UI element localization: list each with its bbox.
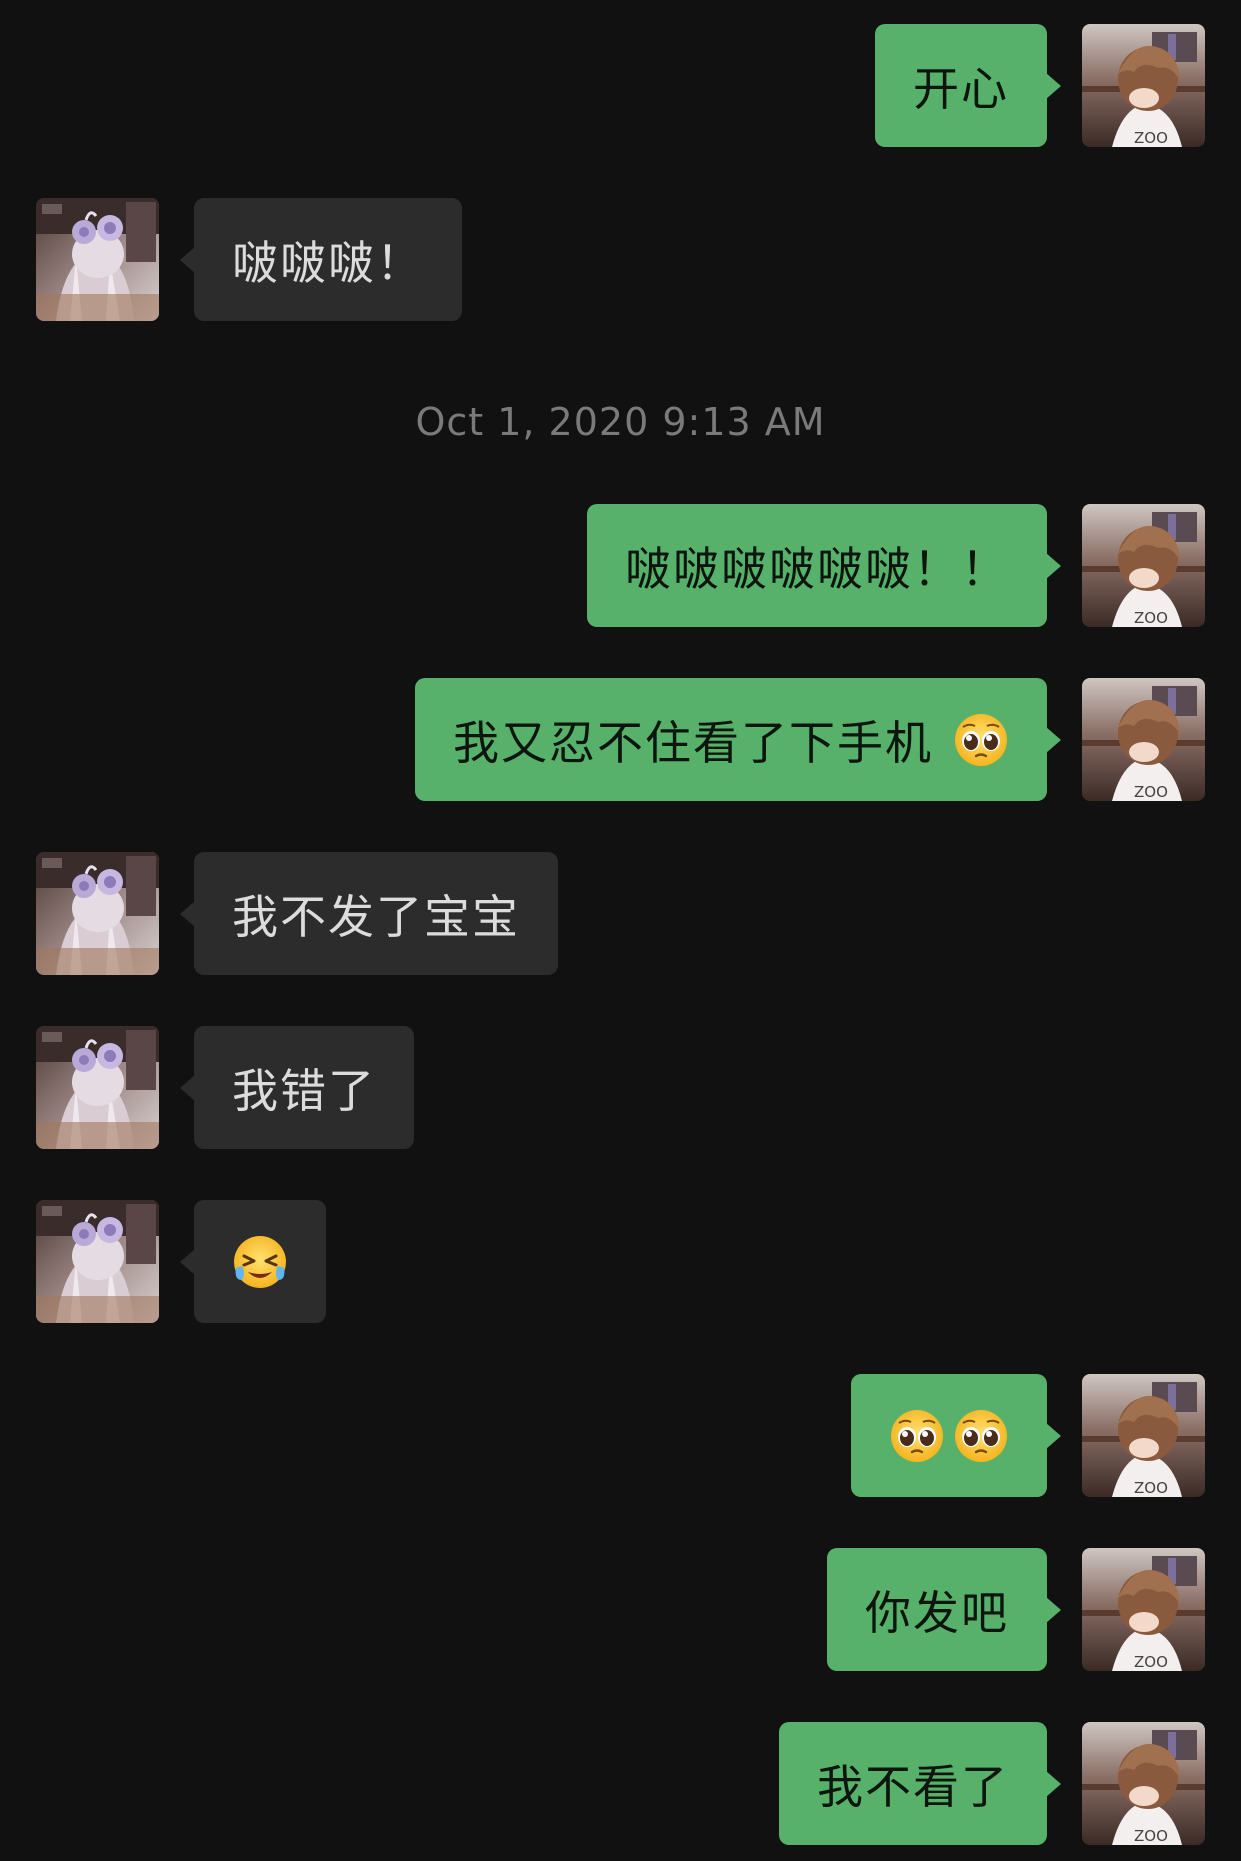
bubble-tail: [180, 1074, 195, 1101]
message-text: 你发吧: [865, 1585, 1009, 1640]
bubble-tail: [1046, 1770, 1061, 1797]
message-text: 啵啵啵！: [232, 235, 424, 290]
message-bubble-incoming[interactable]: [180, 1200, 326, 1323]
message-text: 啵啵啵啵啵啵！！: [625, 541, 1009, 596]
pleading-face-icon: [953, 1408, 1009, 1464]
message-row: 你发吧: [0, 1548, 1241, 1671]
avatar[interactable]: [1082, 504, 1205, 627]
bubble-tail: [180, 246, 195, 273]
bubble-tail: [1046, 72, 1061, 99]
message-text: 我错了: [232, 1063, 376, 1118]
message-row: [0, 1200, 1241, 1323]
avatar[interactable]: [36, 852, 159, 975]
message-row: 我不看了: [0, 1722, 1241, 1845]
bubble-tail: [180, 1248, 195, 1275]
avatar[interactable]: [36, 1200, 159, 1323]
avatar[interactable]: [36, 198, 159, 321]
message-row: 开心: [0, 24, 1241, 147]
message-row: 啵啵啵！: [0, 198, 1241, 321]
message-row: 啵啵啵啵啵啵！！: [0, 504, 1241, 627]
avatar[interactable]: [1082, 1374, 1205, 1497]
message-bubble-incoming[interactable]: 我不发了宝宝: [180, 852, 558, 975]
message-row: 我错了: [0, 1026, 1241, 1149]
avatar[interactable]: [1082, 1722, 1205, 1845]
message-bubble-outgoing[interactable]: 我又忍不住看了下手机: [415, 678, 1061, 801]
avatar[interactable]: [1082, 1548, 1205, 1671]
pleading-face-icon: [889, 1408, 945, 1464]
message-bubble-outgoing[interactable]: 你发吧: [827, 1548, 1061, 1671]
bubble-tail: [1046, 726, 1061, 753]
message-bubble-outgoing[interactable]: [851, 1374, 1061, 1497]
bubble-tail: [1046, 1596, 1061, 1623]
pleading-face-icon: [953, 712, 1009, 768]
avatar[interactable]: [1082, 678, 1205, 801]
message-text: 我又忍不住看了下手机: [453, 715, 933, 770]
bubble-tail: [1046, 552, 1061, 579]
avatar[interactable]: [36, 1026, 159, 1149]
message-row: 我不发了宝宝: [0, 852, 1241, 975]
avatar[interactable]: [1082, 24, 1205, 147]
bubble-tail: [1046, 1422, 1061, 1449]
message-bubble-outgoing[interactable]: 啵啵啵啵啵啵！！: [587, 504, 1061, 627]
message-text: 开心: [913, 61, 1009, 116]
timestamp: Oct 1, 2020 9:13 AM: [415, 400, 826, 444]
message-bubble-incoming[interactable]: 啵啵啵！: [180, 198, 462, 321]
bubble-tail: [180, 900, 195, 927]
message-row: 我又忍不住看了下手机: [0, 678, 1241, 801]
message-row: [0, 1374, 1241, 1497]
message-text: 我不看了: [817, 1759, 1009, 1814]
message-bubble-outgoing[interactable]: 我不看了: [779, 1722, 1061, 1845]
message-text: 我不发了宝宝: [232, 889, 520, 944]
crying-laughing-face-icon: [232, 1234, 288, 1290]
message-bubble-outgoing[interactable]: 开心: [875, 24, 1061, 147]
message-bubble-incoming[interactable]: 我错了: [180, 1026, 414, 1149]
